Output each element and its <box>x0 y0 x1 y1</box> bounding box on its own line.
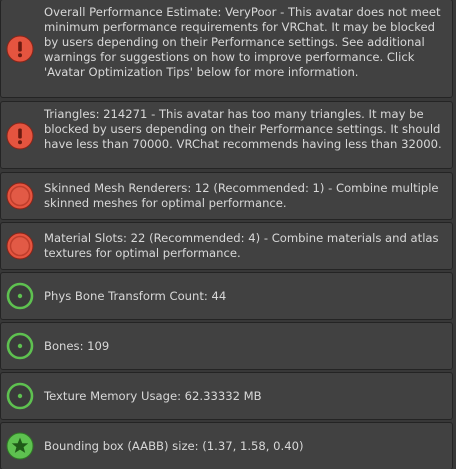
message-text: Skinned Mesh Renderers: 12 (Recommended:… <box>44 181 439 210</box>
message-row-overall-performance: Overall Performance Estimate: VeryPoor -… <box>0 0 453 98</box>
message-row-skinned-mesh-renderers: Skinned Mesh Renderers: 12 (Recommended:… <box>0 172 453 220</box>
star-icon <box>6 432 34 460</box>
message-text: Material Slots: 22 (Recommended: 4) - Co… <box>44 231 439 260</box>
message-row-bounding-box: Bounding box (AABB) size: (1.37, 1.58, 0… <box>0 422 453 469</box>
message-row-triangles: Triangles: 214271 - This avatar has too … <box>0 101 453 169</box>
ok-ring-icon <box>6 332 34 360</box>
error-dot-icon <box>6 182 34 210</box>
message-row-texture-memory: Texture Memory Usage: 62.33332 MB <box>0 372 453 420</box>
message-row-bones: Bones: 109 <box>0 322 453 370</box>
message-text: Bones: 109 <box>44 339 110 353</box>
ok-ring-icon <box>6 382 34 410</box>
message-row-material-slots: Material Slots: 22 (Recommended: 4) - Co… <box>0 222 453 270</box>
message-text: Bounding box (AABB) size: (1.37, 1.58, 0… <box>44 439 304 453</box>
message-text: Texture Memory Usage: 62.33332 MB <box>44 389 262 403</box>
ok-ring-icon <box>6 282 34 310</box>
message-text: Overall Performance Estimate: VeryPoor -… <box>44 5 441 79</box>
message-text: Triangles: 214271 - This avatar has too … <box>44 107 442 151</box>
error-exclamation-icon <box>6 35 34 63</box>
message-row-phys-bone-transforms: Phys Bone Transform Count: 44 <box>0 272 453 320</box>
message-text: Phys Bone Transform Count: 44 <box>44 289 227 303</box>
performance-message-list: Overall Performance Estimate: VeryPoor -… <box>0 0 456 469</box>
error-exclamation-icon <box>6 122 34 150</box>
error-dot-icon <box>6 232 34 260</box>
